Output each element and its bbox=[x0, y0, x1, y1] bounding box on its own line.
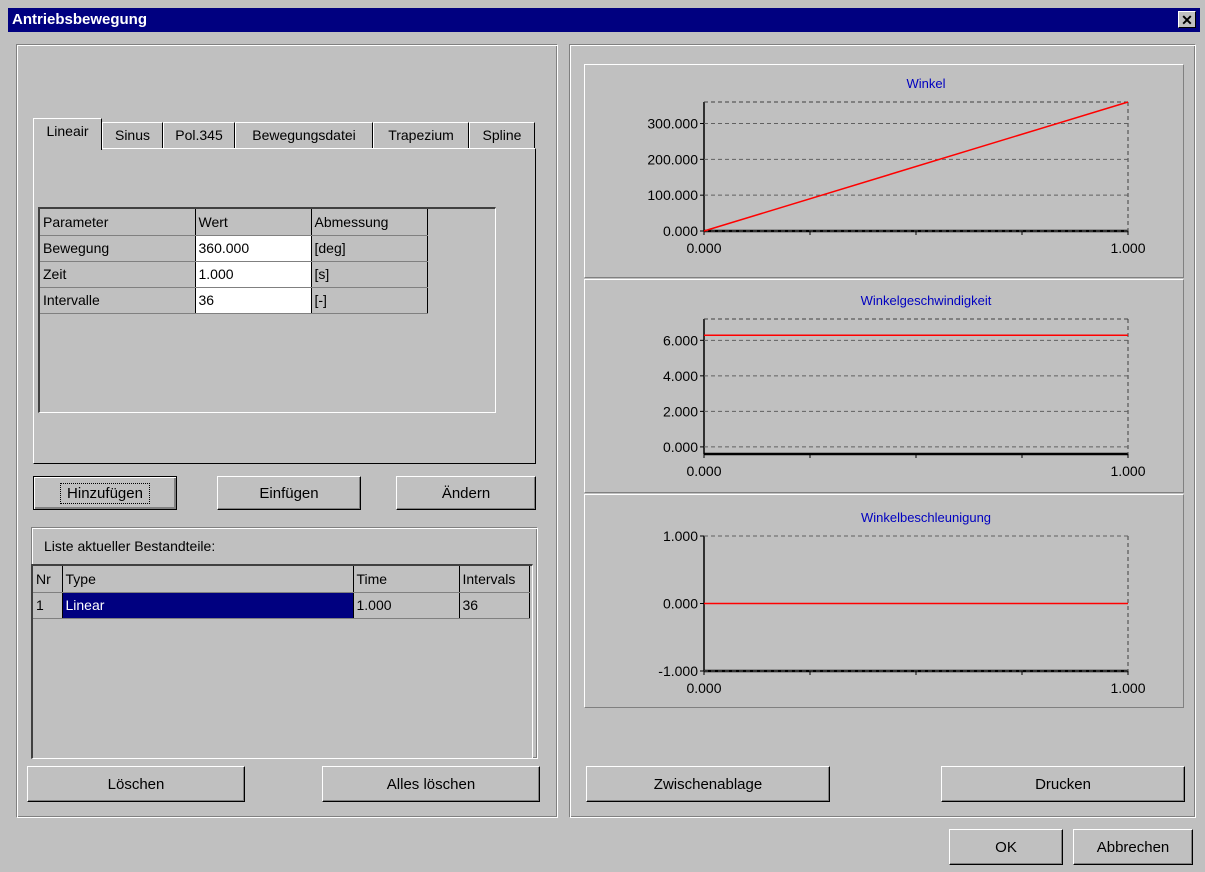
chart-panel-winkel: Winkel 300.000 200.000 100.000 0.000 0.000 1.0… bbox=[584, 64, 1184, 278]
parameter-grid: Parameter Wert Abmessung Bewegung 360.00… bbox=[38, 207, 496, 413]
cell-intervals: 36 bbox=[459, 592, 530, 619]
components-table: Nr Type Time Intervals 1 Linear 1.000 36 bbox=[33, 566, 530, 619]
delete-button[interactable]: Löschen bbox=[27, 766, 245, 802]
cell-nr: 1 bbox=[33, 592, 63, 619]
column-header-time: Time bbox=[353, 566, 460, 593]
y-tick-label: 4.000 bbox=[663, 368, 698, 384]
close-button[interactable]: ✕ bbox=[1178, 11, 1196, 28]
cancel-button-label: Abbrechen bbox=[1096, 838, 1170, 856]
tab-lineair[interactable]: Lineair bbox=[33, 118, 102, 150]
chart-panel-winkelgeschwindigkeit: Winkelgeschwindigkeit 6.000 4.000 2.000 0.00… bbox=[584, 279, 1184, 493]
table-row: Bewegung 360.000 [deg] bbox=[40, 235, 428, 262]
y-tick-label: 300.000 bbox=[647, 116, 698, 132]
tab-spline[interactable]: Spline bbox=[469, 122, 535, 148]
insert-button[interactable]: Einfügen bbox=[217, 476, 361, 510]
x-tick-label: 1.000 bbox=[1110, 680, 1145, 696]
components-list[interactable]: Nr Type Time Intervals 1 Linear 1.000 36 bbox=[31, 564, 533, 759]
delete-button-label: Löschen bbox=[107, 775, 165, 793]
chart-panel-winkelbeschleunigung: Winkelbeschleunigung 1.000 0.000 -1.000 0.00… bbox=[584, 494, 1184, 708]
param-name: Bewegung bbox=[40, 235, 196, 262]
chart-title: Winkelbeschleunigung bbox=[861, 510, 991, 525]
param-unit: [s] bbox=[311, 261, 428, 288]
tab-label: Lineair bbox=[46, 123, 89, 139]
param-value-input[interactable]: 360.000 bbox=[195, 235, 312, 262]
chart-winkelgeschwindigkeit: Winkelgeschwindigkeit 6.000 4.000 2.000 0.00… bbox=[663, 293, 1146, 479]
table-header-row: Nr Type Time Intervals bbox=[33, 566, 530, 593]
y-tick-label: 1.000 bbox=[663, 528, 698, 544]
ok-button[interactable]: OK bbox=[949, 829, 1063, 865]
x-tick-label: 1.000 bbox=[1110, 240, 1145, 256]
tab-label: Spline bbox=[482, 127, 522, 143]
y-tick-label: 6.000 bbox=[663, 332, 698, 348]
y-tick-label: 200.000 bbox=[647, 151, 698, 167]
y-tick-label: -1.000 bbox=[658, 663, 698, 679]
window-title: Antriebsbewegung bbox=[12, 11, 148, 28]
x-tick-label: 0.000 bbox=[686, 463, 721, 479]
cancel-button[interactable]: Abbrechen bbox=[1073, 829, 1193, 865]
x-tick-label: 0.000 bbox=[686, 680, 721, 696]
series-line bbox=[703, 101, 1129, 232]
components-list-caption: Liste aktueller Bestandteile: bbox=[44, 538, 216, 554]
clipboard-button-label: Zwischenablage bbox=[653, 775, 763, 793]
y-tick-label: 0.000 bbox=[663, 223, 698, 239]
parameter-table: Parameter Wert Abmessung Bewegung 360.00… bbox=[40, 209, 428, 314]
print-button[interactable]: Drucken bbox=[941, 766, 1185, 802]
table-row[interactable]: 1 Linear 1.000 36 bbox=[33, 592, 530, 619]
tab-pol345[interactable]: Pol.345 bbox=[163, 122, 235, 148]
close-icon: ✕ bbox=[1181, 12, 1193, 28]
change-button-label: Ändern bbox=[441, 484, 491, 502]
column-header-nr: Nr bbox=[33, 566, 63, 593]
param-unit: [-] bbox=[311, 287, 428, 314]
tab-sinus[interactable]: Sinus bbox=[102, 122, 163, 148]
chart-winkelbeschleunigung: Winkelbeschleunigung1.0000.000-1.0000.00… bbox=[658, 510, 1145, 696]
insert-button-label: Einfügen bbox=[259, 484, 319, 502]
change-button[interactable]: Ändern bbox=[396, 476, 536, 510]
tab-trapezium[interactable]: Trapezium bbox=[373, 122, 469, 148]
param-name: Zeit bbox=[40, 261, 196, 288]
delete-all-button-label: Alles löschen bbox=[386, 775, 476, 793]
title-bar: Antriebsbewegung ✕ bbox=[8, 8, 1200, 32]
tab-label: Pol.345 bbox=[175, 127, 223, 143]
column-header-parameter: Parameter bbox=[40, 209, 196, 236]
add-button[interactable]: Hinzufügen bbox=[33, 476, 177, 510]
param-value-input[interactable]: 1.000 bbox=[195, 261, 312, 288]
chart-winkel: Winkel 300.000 200.000 100.000 0.0000.000 1.0… bbox=[647, 76, 1145, 256]
param-value-input[interactable]: 36 bbox=[195, 287, 312, 314]
tab-bewegungsdatei[interactable]: Bewegungsdatei bbox=[235, 122, 373, 148]
x-tick-label: 1.000 bbox=[1110, 463, 1145, 479]
column-header-intervals: Intervals bbox=[459, 566, 530, 593]
chart-title: Winkelgeschwindigkeit bbox=[861, 293, 992, 308]
cell-type: Linear bbox=[62, 592, 354, 619]
clipboard-button[interactable]: Zwischenablage bbox=[586, 766, 830, 802]
tab-label: Sinus bbox=[114, 127, 151, 143]
cell-time: 1.000 bbox=[353, 592, 460, 619]
add-button-label: Hinzufügen bbox=[60, 482, 150, 504]
tab-label: Bewegungsdatei bbox=[252, 127, 356, 143]
table-header-row: Parameter Wert Abmessung bbox=[40, 209, 428, 236]
tab-label: Trapezium bbox=[388, 127, 454, 143]
param-name: Intervalle bbox=[40, 287, 196, 314]
print-button-label: Drucken bbox=[1035, 775, 1091, 793]
y-tick-label: 0.000 bbox=[663, 596, 698, 612]
x-tick-label: 0.000 bbox=[686, 240, 721, 256]
column-header-type: Type bbox=[62, 566, 354, 593]
delete-all-button[interactable]: Alles löschen bbox=[322, 766, 540, 802]
y-tick-label: 100.000 bbox=[647, 187, 698, 203]
ok-button-label: OK bbox=[995, 838, 1017, 856]
column-header-wert: Wert bbox=[195, 209, 312, 236]
y-tick-label: 0.000 bbox=[663, 439, 698, 455]
chart-title: Winkel bbox=[906, 76, 945, 91]
param-unit: [deg] bbox=[311, 235, 428, 262]
table-row: Zeit 1.000 [s] bbox=[40, 261, 428, 288]
table-row: Intervalle 36 [-] bbox=[40, 287, 428, 314]
column-header-abmessung: Abmessung bbox=[311, 209, 428, 236]
y-tick-label: 2.000 bbox=[663, 403, 698, 419]
